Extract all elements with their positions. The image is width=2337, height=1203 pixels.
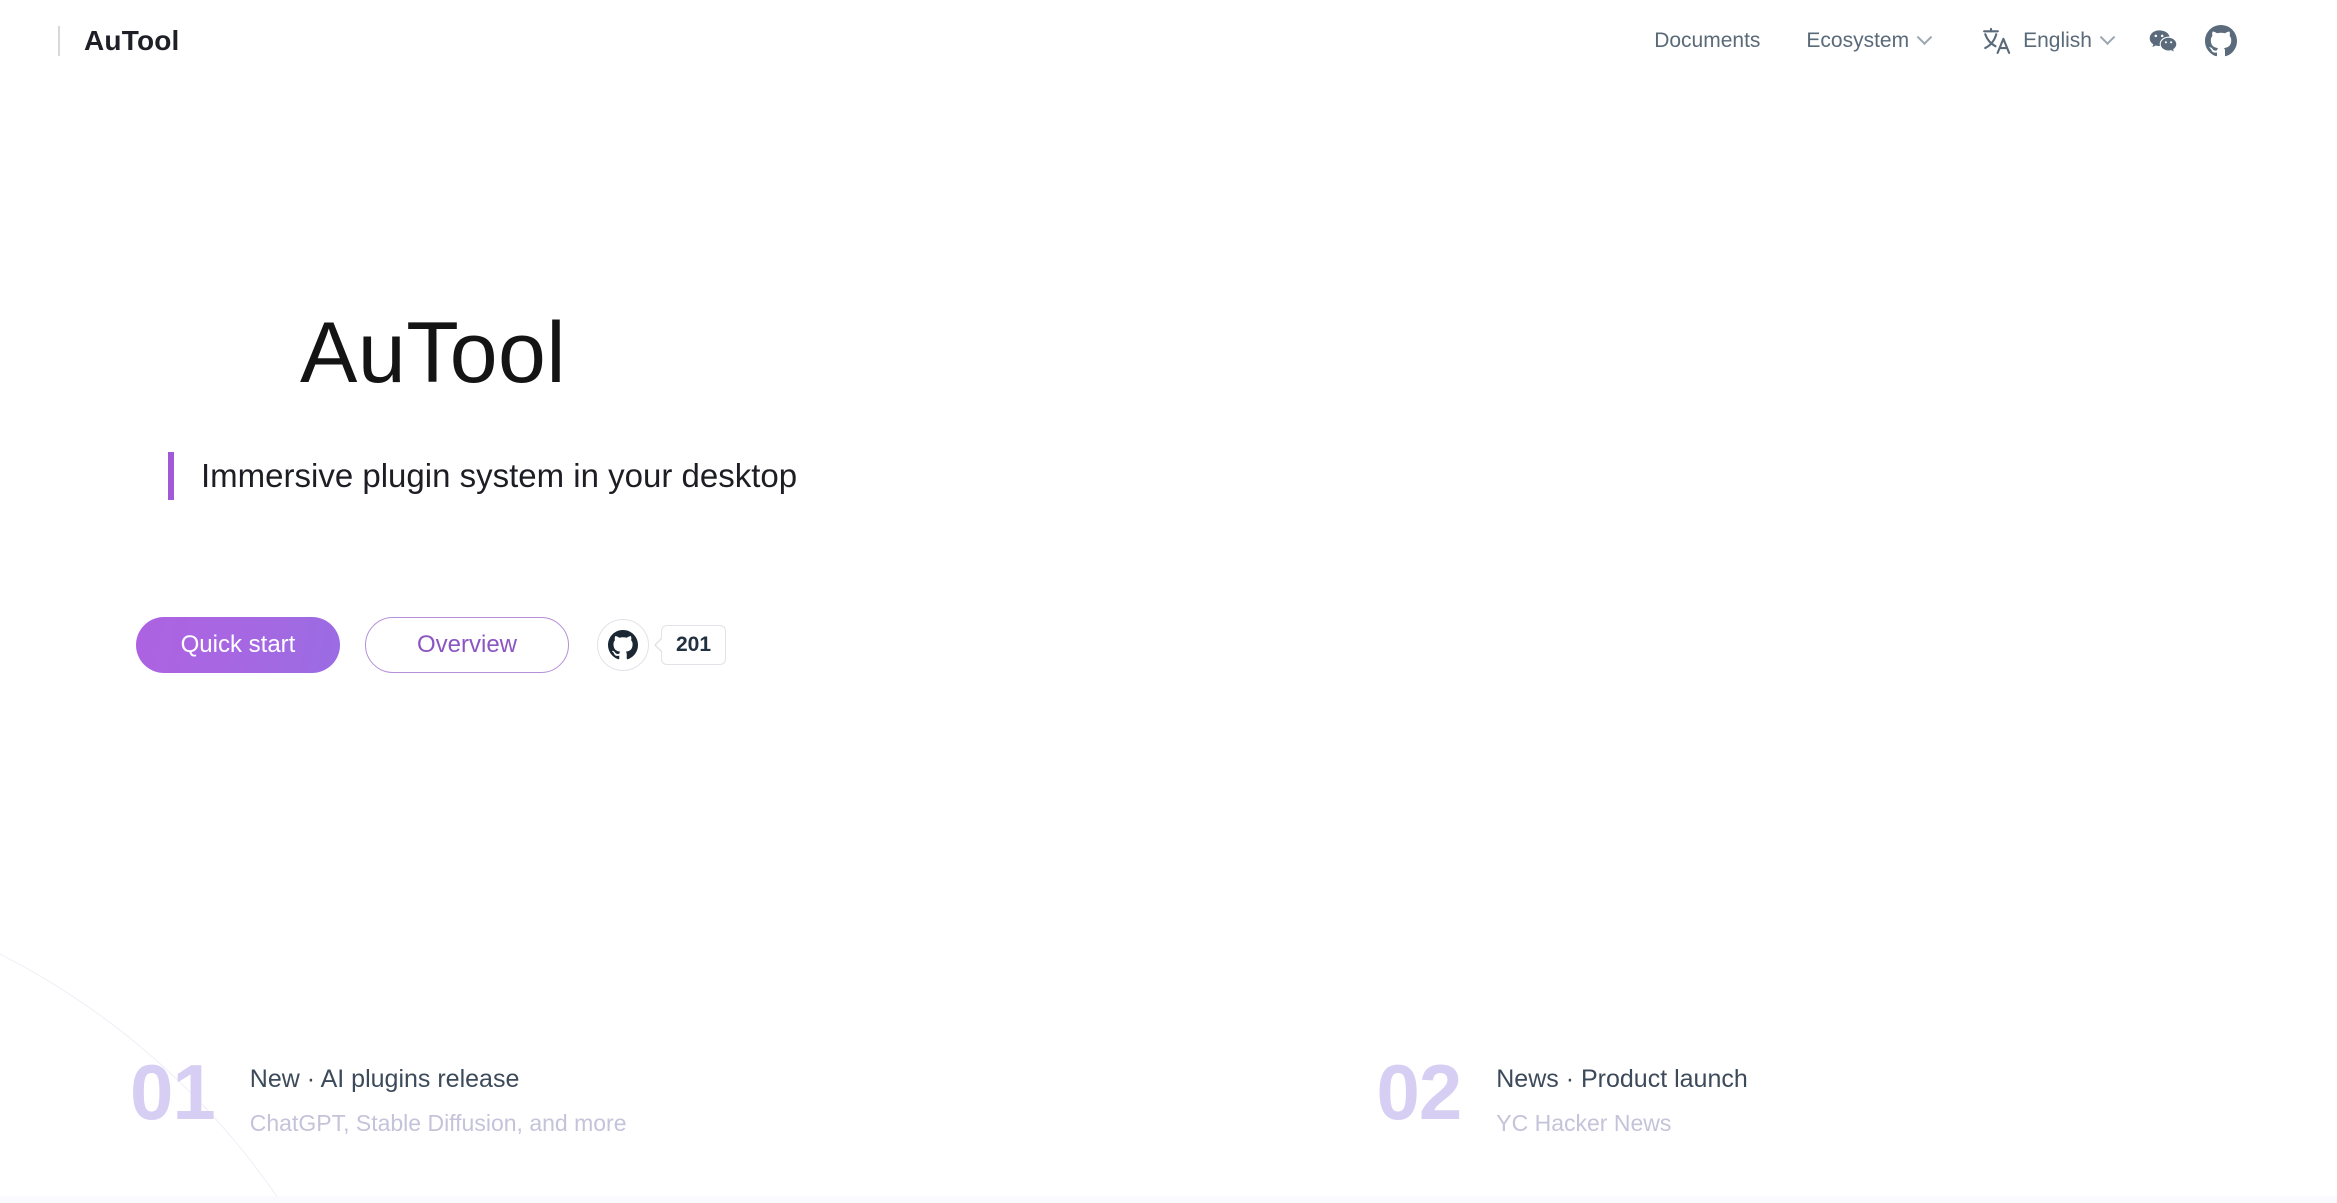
- vertical-divider-icon: [58, 26, 60, 56]
- chevron-down-icon: [2100, 29, 2116, 45]
- news-title: New · AI plugins release: [250, 1065, 627, 1094]
- news-index: 02: [1376, 1055, 1461, 1129]
- top-navbar: AuTool Documents Ecosystem: [0, 0, 2337, 82]
- nav-item-ecosystem[interactable]: Ecosystem: [1783, 0, 1953, 82]
- nav-item-documents[interactable]: Documents: [1631, 0, 1783, 82]
- hero-tagline-text: Immersive plugin system in your desktop: [201, 457, 797, 495]
- github-link[interactable]: [2195, 15, 2247, 67]
- language-selector[interactable]: English: [1953, 0, 2131, 82]
- news-text: News · Product launch YC Hacker News: [1496, 1055, 1748, 1137]
- cta-row: Quick start Overview 201: [136, 617, 726, 673]
- github-star-count-wrap[interactable]: 201: [661, 625, 726, 665]
- news-subtitle: ChatGPT, Stable Diffusion, and more: [250, 1110, 627, 1137]
- hero-title: AuTool: [300, 310, 566, 396]
- landing-page: AuTool Documents Ecosystem: [0, 0, 2337, 1203]
- github-star-count: 201: [661, 625, 726, 665]
- github-star-widget: 201: [597, 619, 726, 671]
- brand-name: AuTool: [84, 25, 180, 57]
- language-label: English: [2023, 29, 2092, 53]
- overview-button[interactable]: Overview: [365, 617, 569, 673]
- quick-start-button[interactable]: Quick start: [136, 617, 340, 673]
- chevron-down-icon: [1917, 29, 1933, 45]
- github-star-button[interactable]: [597, 619, 649, 671]
- news-row: 01 New · AI plugins release ChatGPT, Sta…: [0, 1055, 2337, 1137]
- nav-item-documents-label: Documents: [1654, 29, 1760, 53]
- github-icon: [608, 630, 638, 660]
- nav-links: Documents Ecosystem: [1631, 0, 2247, 82]
- news-subtitle: YC Hacker News: [1496, 1110, 1748, 1137]
- accent-bar: [168, 452, 174, 500]
- news-title: News · Product launch: [1496, 1065, 1748, 1094]
- hero-tagline: Immersive plugin system in your desktop: [168, 452, 797, 500]
- translate-icon: [1981, 26, 2011, 56]
- bottom-section-edge: [0, 1196, 2337, 1203]
- github-icon: [2205, 25, 2237, 57]
- wechat-link[interactable]: [2137, 15, 2189, 67]
- news-card-02[interactable]: 02 News · Product launch YC Hacker News: [1376, 1055, 1747, 1137]
- news-text: New · AI plugins release ChatGPT, Stable…: [250, 1055, 627, 1137]
- decorative-arc: [0, 872, 410, 1203]
- badge-pointer-inner-icon: [656, 639, 662, 651]
- brand-logo[interactable]: AuTool: [58, 25, 180, 57]
- nav-item-ecosystem-label: Ecosystem: [1806, 29, 1909, 53]
- news-index: 01: [130, 1055, 215, 1129]
- wechat-icon: [2147, 25, 2179, 57]
- news-card-01[interactable]: 01 New · AI plugins release ChatGPT, Sta…: [130, 1055, 626, 1137]
